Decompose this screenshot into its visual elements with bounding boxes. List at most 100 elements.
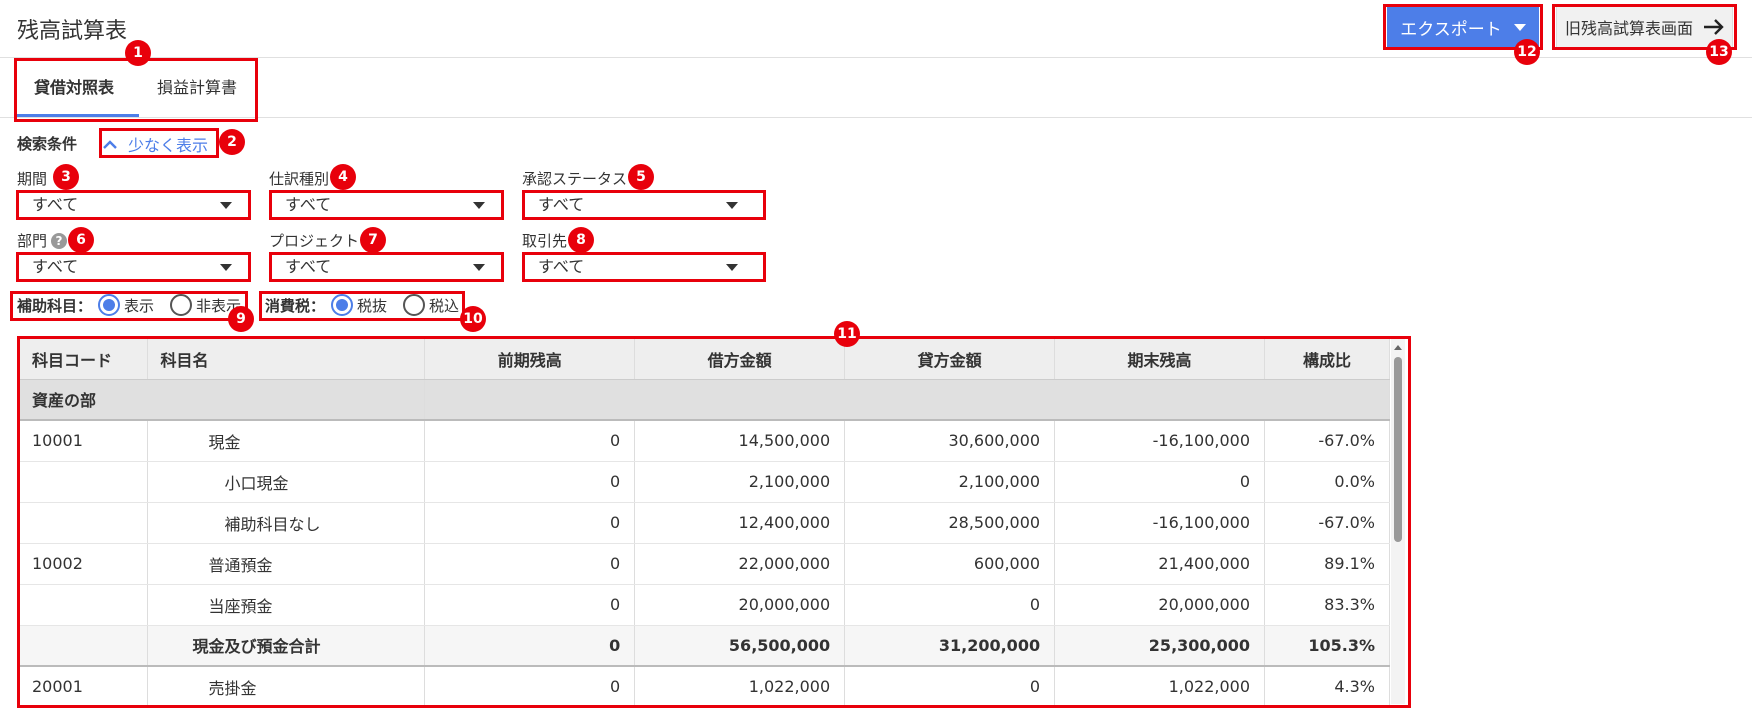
row-code xyxy=(20,502,149,544)
column-header[interactable]: 科目名 xyxy=(147,339,426,380)
search-conditions-label: 検索条件 xyxy=(17,135,78,153)
row-credit: 31,200,000 xyxy=(844,625,1056,667)
tab-balance-sheet[interactable]: 貸借対照表 xyxy=(34,74,114,98)
tax-inclusive-label: 税込 xyxy=(429,296,460,315)
scrollbar-thumb[interactable] xyxy=(1394,357,1402,542)
show-less-toggle[interactable]: 少なく表示 xyxy=(102,132,208,156)
row-credit: 0 xyxy=(844,666,1056,708)
period-value: すべて xyxy=(32,195,79,214)
tax-label: 消費税： xyxy=(265,296,326,315)
table-row[interactable]: 小口現金 0 2,100,000 2,100,000 0 0.0% xyxy=(20,461,1390,503)
row-debit: 20,000,000 xyxy=(634,584,846,626)
row-prev-balance: 0 xyxy=(424,502,636,544)
table-row[interactable]: 10002 普通預金 0 22,000,000 600,000 21,400,000 89.… xyxy=(20,543,1390,585)
row-ratio: 83.3% xyxy=(1264,584,1390,626)
table-row[interactable]: 現金及び預金合計 0 56,500,000 31,200,000 25,300,000 1… xyxy=(20,625,1390,667)
row-code xyxy=(20,461,149,503)
column-header[interactable]: 構成比 xyxy=(1264,339,1390,380)
row-credit: 28,500,000 xyxy=(844,502,1056,544)
row-debit: 1,022,000 xyxy=(634,666,846,708)
partner-label: 取引先 xyxy=(522,232,568,250)
show-less-label: 少なく表示 xyxy=(128,136,209,155)
approval-status-label: 承認ステータス xyxy=(522,170,628,188)
row-name: 普通預金 xyxy=(147,543,426,585)
export-button[interactable]: エクスポート xyxy=(1387,6,1539,48)
table-row[interactable]: 当座預金 0 20,000,000 0 20,000,000 83.3% xyxy=(20,584,1390,626)
partner-select[interactable]: すべて xyxy=(526,253,752,281)
row-code: 10002 xyxy=(20,543,149,585)
project-select[interactable]: すべて xyxy=(273,253,499,281)
tax-exclusive-radio[interactable] xyxy=(331,294,354,316)
caret-down-icon xyxy=(220,202,232,209)
partner-value: すべて xyxy=(538,257,585,276)
period-select[interactable]: すべて xyxy=(20,191,246,219)
annotation-badge: 13 xyxy=(1706,39,1732,65)
row-credit: 2,100,000 xyxy=(844,461,1056,503)
row-debit: 22,000,000 xyxy=(634,543,846,585)
caret-down-icon xyxy=(1513,23,1526,31)
sub-account-show-label: 表示 xyxy=(124,296,155,315)
row-ratio: 0.0% xyxy=(1264,461,1390,503)
annotation-badge: 6 xyxy=(68,227,94,253)
row-prev-balance: 0 xyxy=(424,625,636,667)
annotation-badge: 8 xyxy=(568,227,594,253)
page-title: 残高試算表 xyxy=(17,19,128,44)
row-credit: 600,000 xyxy=(844,543,1056,585)
row-debit: 56,500,000 xyxy=(634,625,846,667)
annotation-badge: 2 xyxy=(219,129,245,155)
row-debit: 12,400,000 xyxy=(634,502,846,544)
table-row[interactable]: 補助科目なし 0 12,400,000 28,500,000 -16,100,000 -6… xyxy=(20,502,1390,544)
journal-type-value: すべて xyxy=(285,195,332,214)
row-end-balance: 21,400,000 xyxy=(1054,543,1266,585)
row-name: 小口現金 xyxy=(147,461,426,503)
row-credit: 0 xyxy=(844,584,1056,626)
row-prev-balance: 0 xyxy=(424,543,636,585)
tax-inclusive-radio[interactable] xyxy=(403,294,426,316)
tabs-divider xyxy=(0,117,1752,118)
tax-exclusive-label: 税抜 xyxy=(357,296,388,315)
row-end-balance: -16,100,000 xyxy=(1054,420,1266,462)
table-header-row: 科目コード 科目名 前期残高 借方金額 貸方金額 期末残高 構成比 xyxy=(20,339,1390,380)
row-name: 現金 xyxy=(147,420,426,462)
old-screen-label: 旧残高試算表画面 xyxy=(1565,19,1694,38)
row-code: 10001 xyxy=(20,420,149,462)
department-select[interactable]: すべて xyxy=(20,253,246,281)
column-header[interactable]: 科目コード xyxy=(20,339,149,380)
column-header[interactable]: 期末残高 xyxy=(1054,339,1266,380)
row-name: 当座預金 xyxy=(147,584,426,626)
help-icon[interactable]: ? xyxy=(51,232,68,249)
period-label: 期間 xyxy=(17,170,48,188)
scroll-up-icon[interactable] xyxy=(1391,341,1405,355)
sub-account-radio-group: 補助科目： 表示 非表示 xyxy=(17,294,241,316)
export-label: エクスポート xyxy=(1400,19,1502,40)
annotation-badge: 1 xyxy=(125,40,151,66)
table-scrollbar[interactable] xyxy=(1391,339,1405,704)
row-end-balance: 20,000,000 xyxy=(1054,584,1266,626)
table-row[interactable]: 20001 売掛金 0 1,022,000 0 1,022,000 4.3% xyxy=(20,666,1390,708)
annotation-badge: 4 xyxy=(330,164,356,190)
project-label: プロジェクト xyxy=(269,232,360,250)
column-header[interactable]: 前期残高 xyxy=(424,339,636,380)
row-end-balance: 1,022,000 xyxy=(1054,666,1266,708)
section-label: 資産の部 xyxy=(20,379,148,421)
row-ratio: 89.1% xyxy=(1264,543,1390,585)
journal-type-select[interactable]: すべて xyxy=(273,191,499,219)
annotation-badge: 9 xyxy=(228,306,254,332)
sub-account-hide-radio[interactable] xyxy=(170,294,193,316)
column-header[interactable]: 借方金額 xyxy=(634,339,846,380)
trial-balance-table: 科目コード 科目名 前期残高 借方金額 貸方金額 期末残高 構成比 資産の部 1… xyxy=(20,339,1390,708)
row-debit: 14,500,000 xyxy=(634,420,846,462)
section-cell xyxy=(147,379,426,421)
column-header[interactable]: 貸方金額 xyxy=(844,339,1056,380)
tab-income-statement[interactable]: 損益計算書 xyxy=(157,74,237,98)
table-row[interactable]: 10001 現金 0 14,500,000 30,600,000 -16,100,000-… xyxy=(20,420,1390,462)
sub-account-show-radio[interactable] xyxy=(98,294,121,316)
row-end-balance: 0 xyxy=(1054,461,1266,503)
row-prev-balance: 0 xyxy=(424,420,636,462)
row-code xyxy=(20,625,149,667)
row-ratio: -67.0% xyxy=(1264,420,1390,462)
approval-status-select[interactable]: すべて xyxy=(526,191,752,219)
arrow-right-icon xyxy=(1704,19,1724,35)
old-screen-button[interactable]: 旧残高試算表画面 xyxy=(1556,6,1733,48)
sub-account-label: 補助科目： xyxy=(17,296,93,315)
